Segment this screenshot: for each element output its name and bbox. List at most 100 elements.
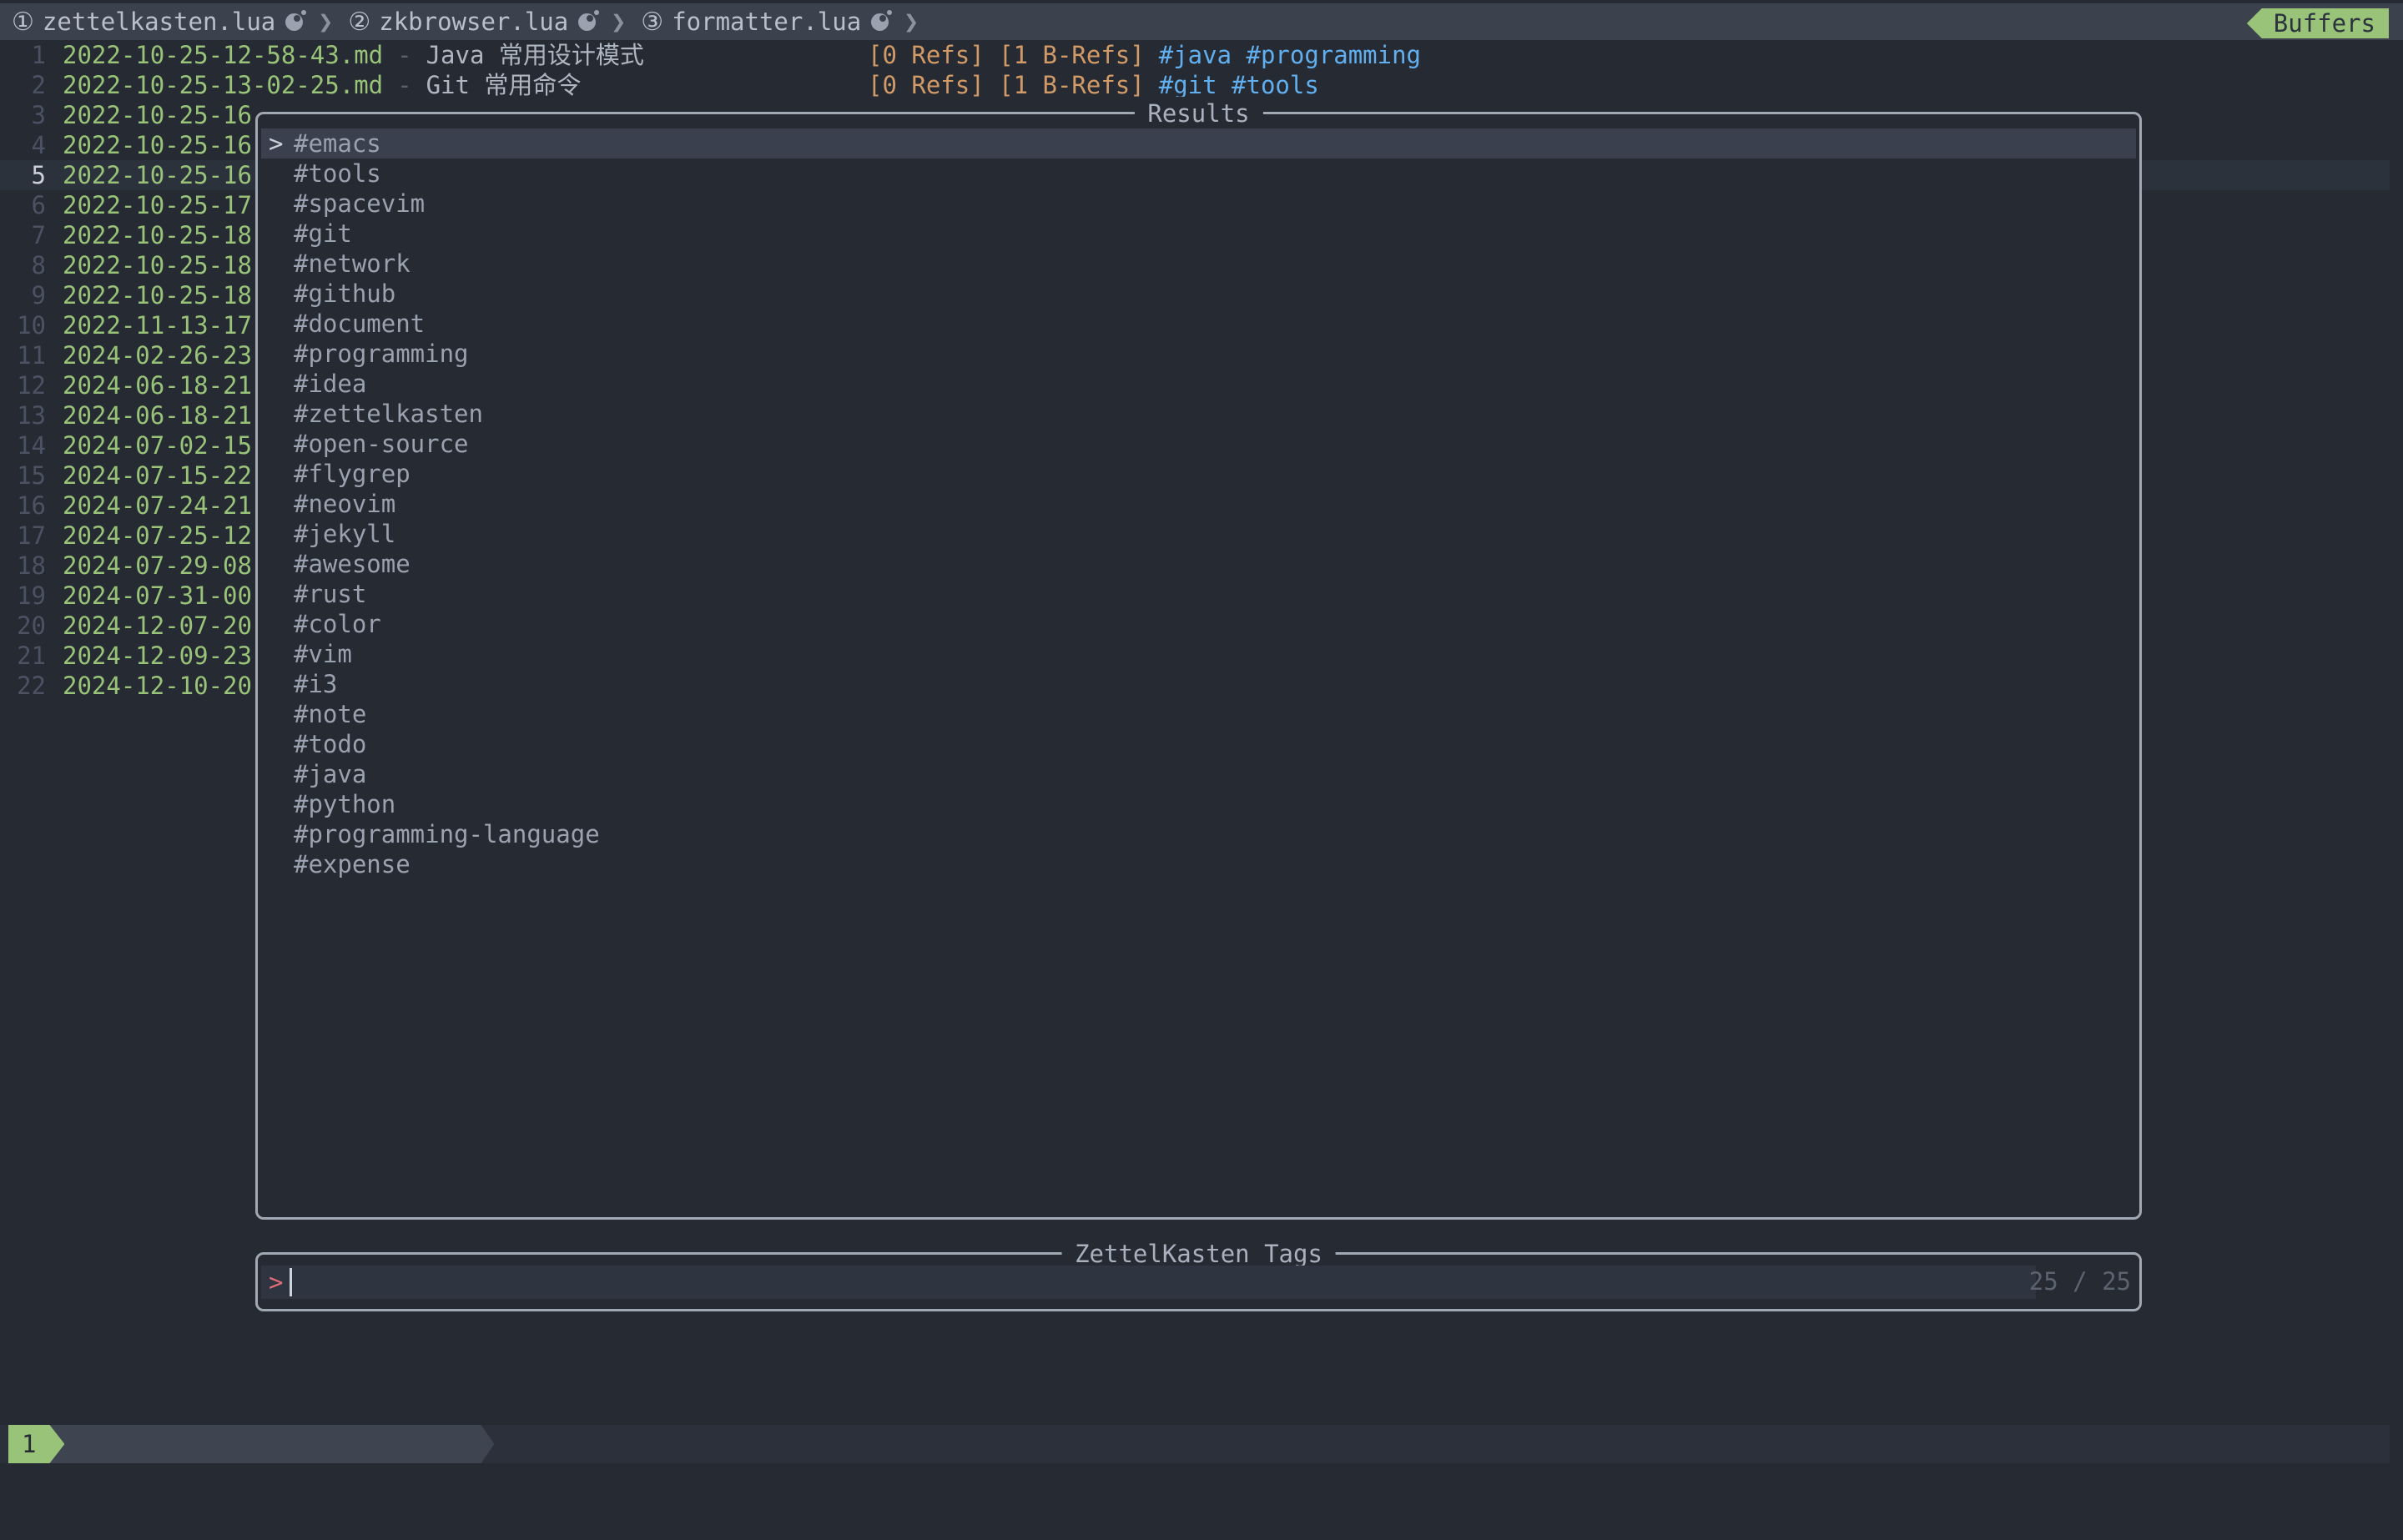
tag-label: #idea <box>294 370 366 398</box>
lua-icon-moon <box>887 10 892 15</box>
tag-result-item[interactable]: #git <box>261 219 2136 249</box>
neovim-window: ①zettelkasten.lua ❯ ②zkbrowser.lua ❯ ③format… <box>0 0 2403 1502</box>
chevron-right-icon: ❯ <box>904 8 919 37</box>
tag-label: #neovim <box>294 490 395 518</box>
tab-buffer-zettelkasten.lua[interactable]: ①zettelkasten.lua <box>12 8 303 37</box>
note-filename: 2024-07-31-00 <box>63 581 252 611</box>
line-number: 16 <box>0 491 46 521</box>
buffers-badge-label: Buffers <box>2274 9 2375 38</box>
tag-result-item[interactable]: #vim <box>261 639 2136 669</box>
line-number: 6 <box>0 190 46 220</box>
statusline: 1 Zettelkasten Browser <box>0 1425 2390 1463</box>
tag-result-item[interactable]: #rust <box>261 579 2136 609</box>
tab-list: ①zettelkasten.lua ❯ ②zkbrowser.lua ❯ ③format… <box>12 3 934 40</box>
tag-result-item[interactable]: #network <box>261 249 2136 279</box>
gutter-gap <box>46 280 63 310</box>
note-filename: 2024-02-26-23 <box>63 340 252 370</box>
tab-buffer-zkbrowser.lua[interactable]: ②zkbrowser.lua <box>348 8 596 37</box>
tag-result-item[interactable]: #tools <box>261 159 2136 189</box>
tag-result-item[interactable]: #neovim <box>261 489 2136 519</box>
tag-label: #emacs <box>294 129 381 158</box>
note-filename: 2024-12-10-20 <box>63 671 252 701</box>
buffers-badge[interactable]: Buffers <box>2247 8 2389 38</box>
line-number: 19 <box>0 581 46 611</box>
tab-buffer-formatter.lua[interactable]: ③formatter.lua <box>641 8 889 37</box>
tag-result-item[interactable]: #open-source <box>261 429 2136 459</box>
tag-result-item[interactable]: #python <box>261 789 2136 819</box>
tag-result-item[interactable]: #flygrep <box>261 459 2136 489</box>
tag-result-item[interactable]: #awesome <box>261 549 2136 579</box>
tag-label: #vim <box>294 640 352 668</box>
gutter-gap <box>46 400 63 430</box>
gutter-gap <box>46 671 63 701</box>
tag-label: #network <box>294 249 411 278</box>
tag-label: #jekyll <box>294 520 395 548</box>
note-filename: 2024-06-18-21 <box>63 400 252 430</box>
tag-result-item[interactable]: #jekyll <box>261 519 2136 549</box>
tag-label: #i3 <box>294 670 337 698</box>
chevron-right-icon: ❯ <box>318 8 333 37</box>
tag-label: #open-source <box>294 430 469 458</box>
gutter-gap <box>46 40 63 70</box>
tab-label: zkbrowser.lua <box>379 8 568 36</box>
status-buffer-name[interactable]: Zettelkasten Browser <box>49 1425 494 1463</box>
line-number: 14 <box>0 430 46 460</box>
note-filename: 2024-12-09-23 <box>63 641 252 671</box>
tag-result-item[interactable]: #idea <box>261 369 2136 399</box>
line-number: 5 <box>0 160 46 190</box>
gutter-gap <box>46 190 63 220</box>
gutter-gap <box>46 130 63 160</box>
buffer-line[interactable]: 12022-10-25-12-58-43.md-Java 常用设计模式[0 Re… <box>0 40 2403 70</box>
tab-ordinal: ③ <box>641 8 663 37</box>
selection-caret: > <box>269 128 294 159</box>
tag-result-item[interactable]: #color <box>261 609 2136 639</box>
gutter-gap <box>46 100 63 130</box>
line-number: 21 <box>0 641 46 671</box>
tag-label: #expense <box>294 850 411 878</box>
gutter-gap <box>46 250 63 280</box>
results-list: >#emacs#tools#spacevim#git#network#githu… <box>261 128 2136 879</box>
result-counter: 25 / 25 <box>2029 1255 2131 1309</box>
gutter-gap <box>46 521 63 551</box>
note-filename: 2022-10-25-12-58-43.md <box>63 40 383 70</box>
tag-result-item[interactable]: #programming <box>261 339 2136 369</box>
note-filename: 2024-07-24-21 <box>63 491 252 521</box>
tag-label: #spacevim <box>294 189 425 218</box>
tag-result-item[interactable]: #i3 <box>261 669 2136 699</box>
text-cursor <box>290 1268 292 1296</box>
lua-icon-hole <box>879 15 886 22</box>
line-number: 11 <box>0 340 46 370</box>
gutter-gap <box>46 220 63 250</box>
tag-result-item[interactable]: #note <box>261 699 2136 729</box>
tag-label: #zettelkasten <box>294 400 483 428</box>
note-filename: 2024-12-07-20 <box>63 611 252 641</box>
note-filename: 2022-10-25-17 <box>63 190 252 220</box>
lua-icon-moon <box>594 10 599 15</box>
note-filename: 2022-10-25-18 <box>63 250 252 280</box>
filename-title-separator: - <box>397 70 411 100</box>
note-filename: 2022-10-25-16 <box>63 160 252 190</box>
line-number: 3 <box>0 100 46 130</box>
tag-label: #git <box>294 219 352 248</box>
note-filename: 2022-10-25-13-02-25.md <box>63 70 383 100</box>
tag-result-item[interactable]: #spacevim <box>261 189 2136 219</box>
tab-number: 1 <box>22 1430 36 1458</box>
gutter-gap <box>46 581 63 611</box>
tag-result-item[interactable]: #expense <box>261 849 2136 879</box>
tag-result-item[interactable]: #zettelkasten <box>261 399 2136 429</box>
line-number: 4 <box>0 130 46 160</box>
tag-result-item[interactable]: >#emacs <box>261 128 2136 159</box>
tag-label: #programming-language <box>294 820 600 848</box>
tag-result-item[interactable]: #todo <box>261 729 2136 759</box>
line-number: 9 <box>0 280 46 310</box>
tabline: ①zettelkasten.lua ❯ ②zkbrowser.lua ❯ ③format… <box>0 0 2403 40</box>
tag-result-item[interactable]: #java <box>261 759 2136 789</box>
tag-label: #note <box>294 700 366 728</box>
buffer-line[interactable]: 22022-10-25-13-02-25.md-Git 常用命令[0 Refs]… <box>0 70 2403 100</box>
tag-result-item[interactable]: #programming-language <box>261 819 2136 849</box>
tag-label: #color <box>294 610 381 638</box>
search-input[interactable]: > <box>261 1266 2036 1299</box>
tag-result-item[interactable]: #document <box>261 309 2136 339</box>
line-number: 10 <box>0 310 46 340</box>
tag-result-item[interactable]: #github <box>261 279 2136 309</box>
